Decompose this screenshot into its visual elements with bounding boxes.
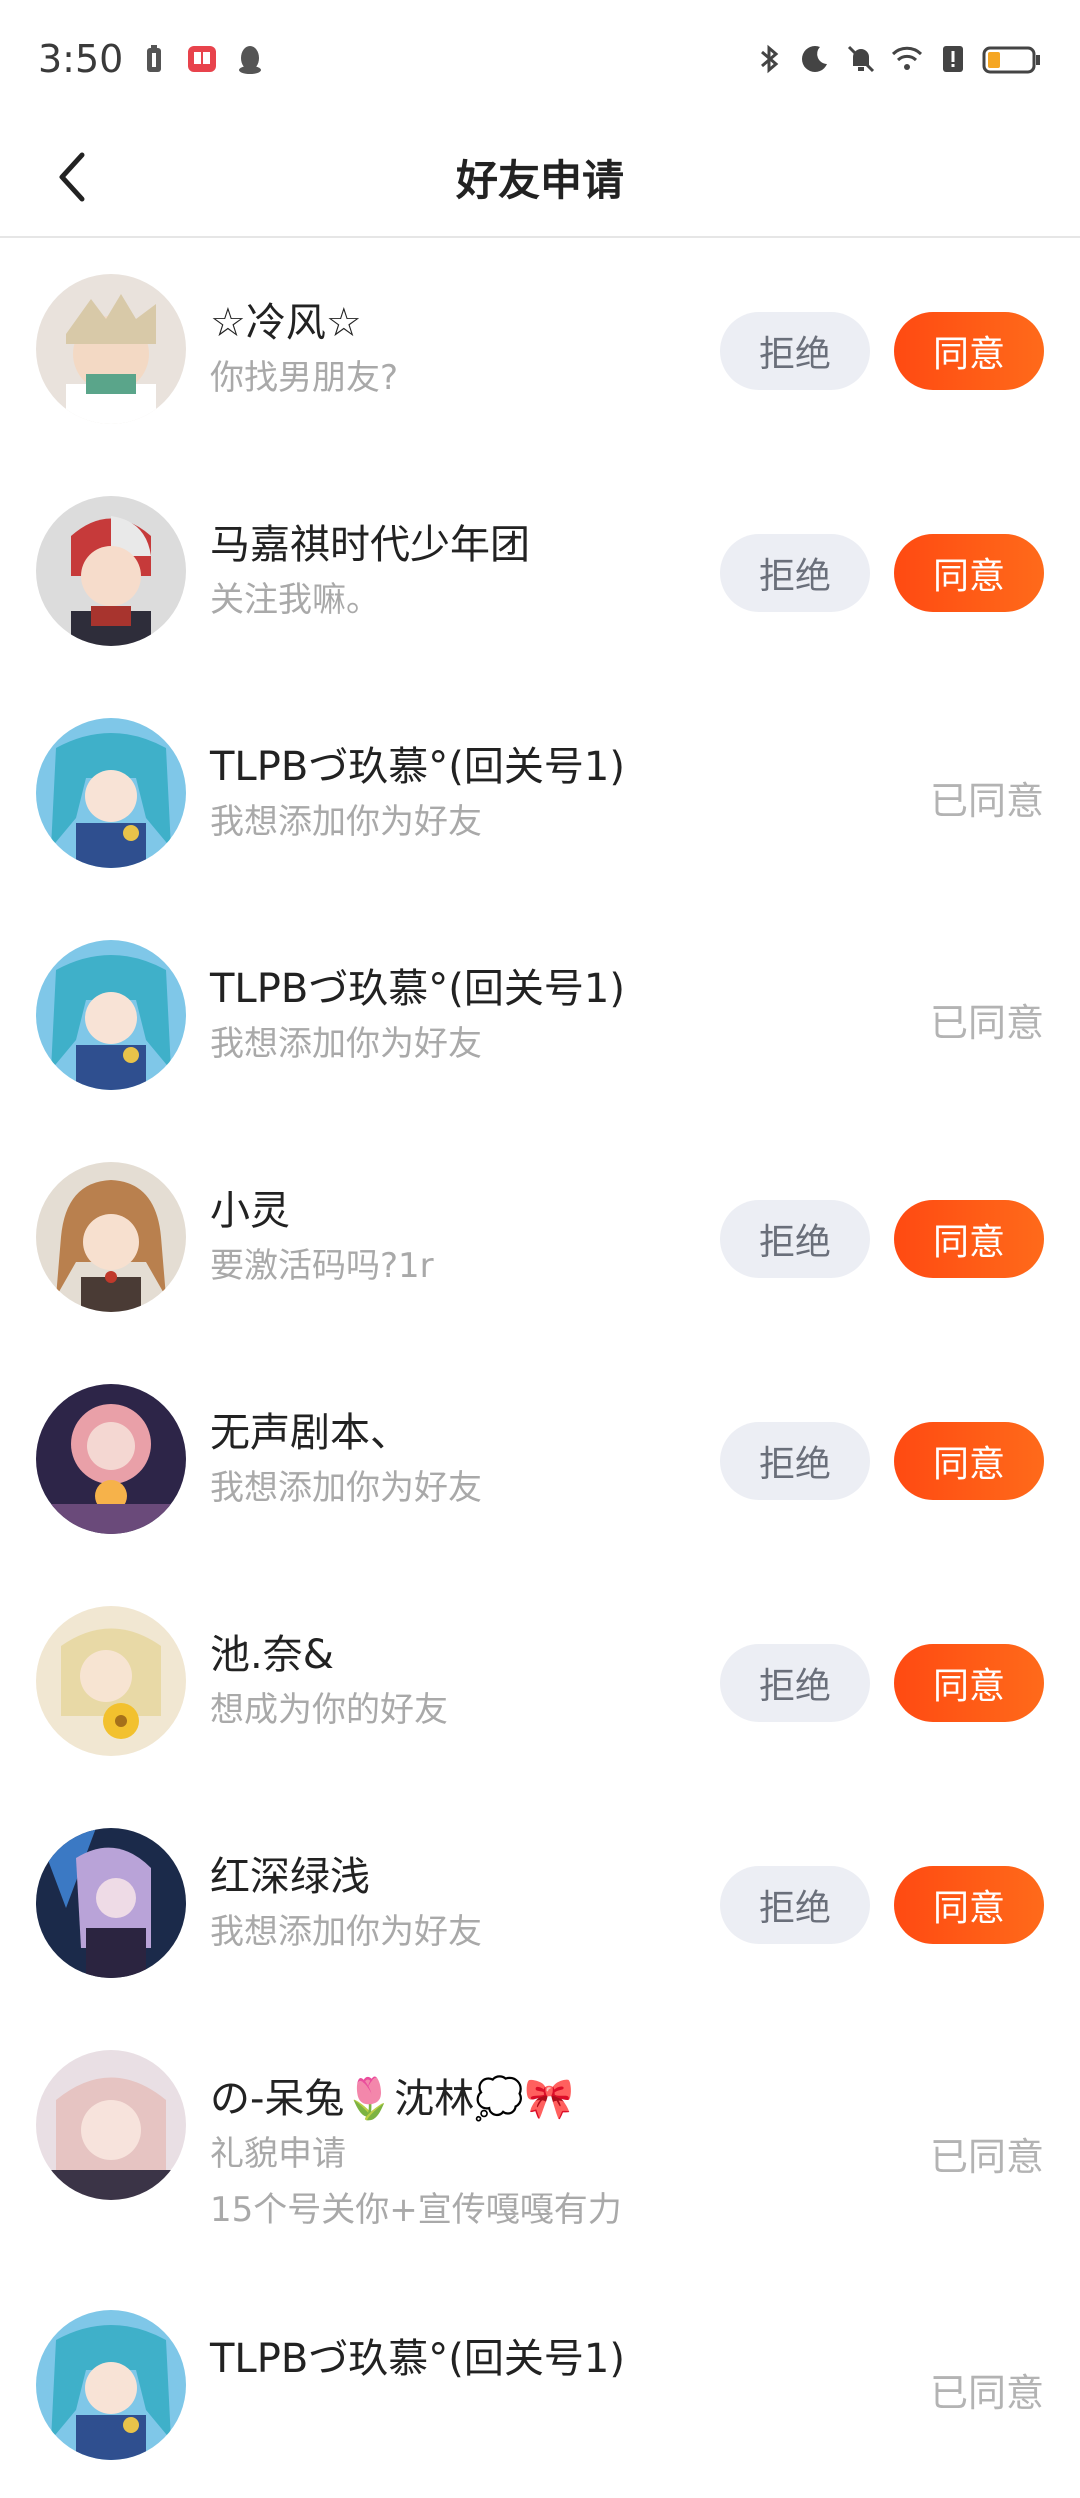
reject-button[interactable]: 拒绝 <box>720 1644 870 1722</box>
requester-name: TLPBづ玖慕°(回关号1) <box>210 2336 625 2382</box>
accepted-status: 已同意 <box>929 2371 1044 2415</box>
request-message: 你找男朋友? <box>210 358 399 398</box>
reject-button[interactable]: 拒绝 <box>720 312 870 390</box>
avatar[interactable] <box>36 274 186 424</box>
request-message: 我想添加你为好友 <box>210 1912 482 1952</box>
request-message: 要激活码吗?1r <box>210 1246 434 1286</box>
accept-button[interactable]: 同意 <box>894 1422 1044 1500</box>
reject-button[interactable]: 拒绝 <box>720 1200 870 1278</box>
requester-name: 池.奈& <box>210 1632 334 1678</box>
avatar[interactable] <box>36 2050 186 2200</box>
requester-name: 小灵 <box>210 1188 290 1234</box>
requester-name: の-呆兔🌷沈林💭🎀 <box>210 2076 574 2122</box>
reject-button[interactable]: 拒绝 <box>720 1422 870 1500</box>
avatar[interactable] <box>36 940 186 1090</box>
battery-low-icon <box>982 46 1040 74</box>
request-row: TLPBづ玖慕°(回关号1) 已同意 <box>0 2276 1080 2498</box>
qq-penguin-icon <box>239 46 262 74</box>
bluetooth-icon <box>761 44 779 74</box>
accept-button[interactable]: 同意 <box>894 1200 1044 1278</box>
accept-button[interactable]: 同意 <box>894 534 1044 612</box>
avatar[interactable] <box>36 718 186 868</box>
reject-button[interactable]: 拒绝 <box>720 534 870 612</box>
avatar[interactable] <box>36 1606 186 1756</box>
request-row: 池.奈& 想成为你的好友 拒绝 同意 <box>0 1572 1080 1794</box>
avatar[interactable] <box>36 1384 186 1534</box>
friend-request-list: ☆冷风☆ 你找男朋友? 拒绝 同意 马嘉祺时代少年团 关注我嘛。 拒绝 同意 T… <box>0 240 1080 2498</box>
accept-button[interactable]: 同意 <box>894 312 1044 390</box>
request-message-line2: 15个号关你+宣传嘎嘎有力 <box>210 2190 622 2230</box>
request-row: 红深绿浅 我想添加你为好友 拒绝 同意 <box>0 1794 1080 2016</box>
request-message: 想成为你的好友 <box>210 1690 448 1730</box>
request-message: 礼貌申请 <box>210 2134 346 2174</box>
page-title: 好友申请 <box>455 155 624 205</box>
requester-name: 马嘉祺时代少年团 <box>210 522 530 568</box>
requester-name: TLPBづ玖慕°(回关号1) <box>210 744 625 790</box>
request-row: 马嘉祺时代少年团 关注我嘛。 拒绝 同意 <box>0 462 1080 684</box>
nav-header: 好友申请 <box>0 118 1080 238</box>
avatar[interactable] <box>36 1162 186 1312</box>
request-message: 关注我嘛。 <box>210 580 380 620</box>
accepted-status: 已同意 <box>929 1001 1044 1045</box>
mute-bell-icon <box>847 45 875 73</box>
request-message: 我想添加你为好友 <box>210 802 482 842</box>
accepted-status: 已同意 <box>929 779 1044 823</box>
avatar[interactable] <box>36 1828 186 1978</box>
accept-button[interactable]: 同意 <box>894 1866 1044 1944</box>
requester-name: 红深绿浅 <box>210 1854 370 1900</box>
avatar[interactable] <box>36 496 186 646</box>
requester-name: ☆冷风☆ <box>210 300 362 346</box>
avatar[interactable] <box>36 2310 186 2460</box>
requester-name: 无声剧本、 <box>210 1410 410 1456</box>
request-message: 我想添加你为好友 <box>210 1024 482 1064</box>
sim-alert-icon <box>943 46 963 72</box>
reject-button[interactable]: 拒绝 <box>720 1866 870 1944</box>
request-row: 小灵 要激活码吗?1r 拒绝 同意 <box>0 1128 1080 1350</box>
accepted-status: 已同意 <box>929 2135 1044 2179</box>
wifi-icon <box>891 46 923 70</box>
battery-saver-icon <box>147 45 162 72</box>
accept-button[interactable]: 同意 <box>894 1644 1044 1722</box>
request-message: 我想添加你为好友 <box>210 1468 482 1508</box>
request-row: ☆冷风☆ 你找男朋友? 拒绝 同意 <box>0 240 1080 462</box>
status-bar: 3:50 <box>0 0 1080 118</box>
book-app-icon <box>188 46 217 72</box>
request-row: の-呆兔🌷沈林💭🎀 礼貌申请 15个号关你+宣传嘎嘎有力 已同意 <box>0 2016 1080 2276</box>
moon-icon <box>802 46 827 72</box>
request-row: TLPBづ玖慕°(回关号1) 我想添加你为好友 已同意 <box>0 684 1080 906</box>
request-row: 无声剧本、 我想添加你为好友 拒绝 同意 <box>0 1350 1080 1572</box>
request-row: TLPBづ玖慕°(回关号1) 我想添加你为好友 已同意 <box>0 906 1080 1128</box>
status-time: 3:50 <box>38 37 124 81</box>
requester-name: TLPBづ玖慕°(回关号1) <box>210 966 625 1012</box>
